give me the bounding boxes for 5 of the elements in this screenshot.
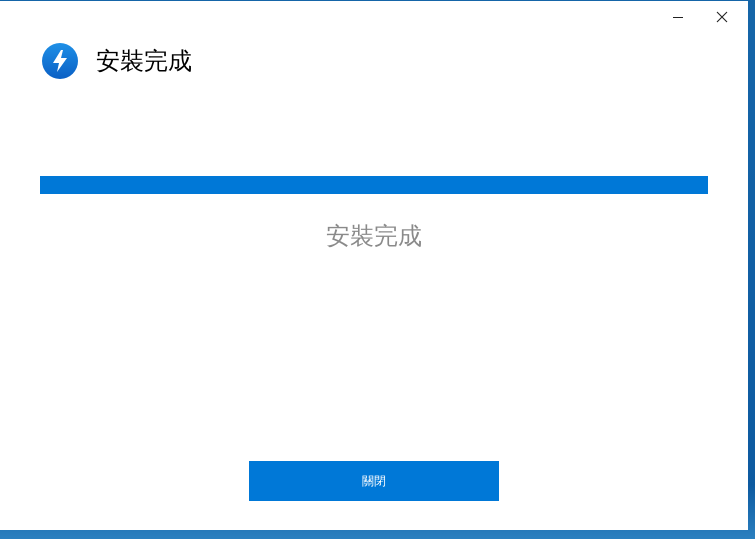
status-text: 安裝完成 [326, 224, 422, 248]
lightning-logo-icon [42, 43, 78, 79]
close-icon [716, 11, 728, 23]
header-title: 安裝完成 [96, 49, 192, 73]
close-dialog-button[interactable]: 關閉 [249, 461, 499, 501]
